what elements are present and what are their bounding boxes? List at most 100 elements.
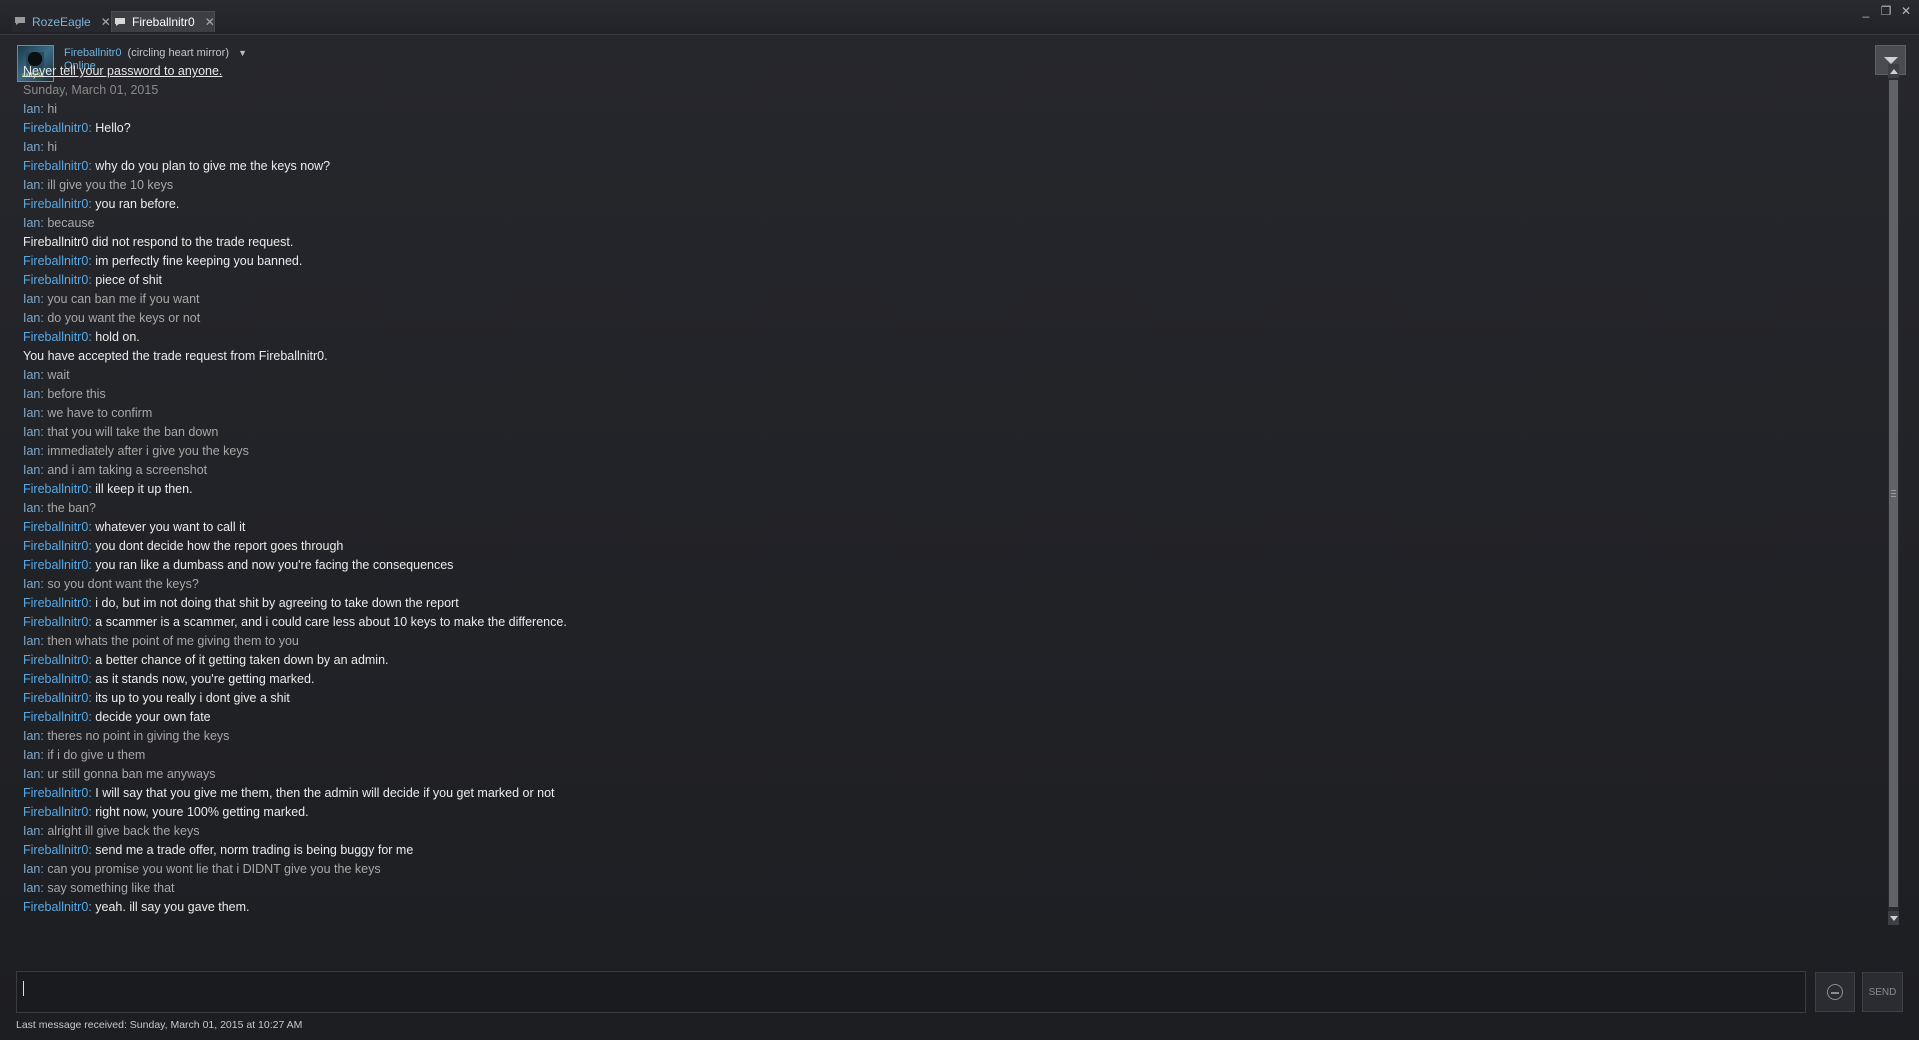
message-sender: Ian: [23, 729, 41, 743]
message-text: a better chance of it getting taken down…: [95, 653, 389, 667]
chat-message: Fireballnitr0: a better chance of it get…: [23, 651, 1873, 670]
chat-message: Fireballnitr0: I will say that you give …: [23, 784, 1873, 803]
chat-message: Ian: ur still gonna ban me anyways: [23, 765, 1873, 784]
chat-message: Ian: and i am taking a screenshot: [23, 461, 1873, 480]
message-text: you ran like a dumbass and now you're fa…: [95, 558, 454, 572]
chat-message: Fireballnitr0: piece of shit: [23, 271, 1873, 290]
message-sender: Ian: [23, 140, 41, 154]
message-sender: Ian: [23, 368, 41, 382]
chat-message: Ian: so you dont want the keys?: [23, 575, 1873, 594]
chat-message: Ian: alright ill give back the keys: [23, 822, 1873, 841]
close-tab-icon[interactable]: ✕: [205, 15, 215, 29]
message-sender: Ian: [23, 634, 41, 648]
chat-message: Fireballnitr0: as it stands now, you're …: [23, 670, 1873, 689]
chat-message: Fireballnitr0: right now, youre 100% get…: [23, 803, 1873, 822]
message-text: you ran before.: [95, 197, 180, 211]
message-text: and i am taking a screenshot: [47, 463, 208, 477]
message-sender: Fireballnitr0: [23, 159, 89, 173]
friend-name: Fireballnitr0: [64, 47, 122, 59]
message-scrollbar[interactable]: [1888, 64, 1899, 925]
message-text: then whats the point of me giving them t…: [47, 634, 299, 648]
message-sender: Ian: [23, 501, 41, 515]
message-text: whatever you want to call it: [95, 520, 246, 534]
chat-message: Ian: then whats the point of me giving t…: [23, 632, 1873, 651]
message-text: send me a trade offer, norm trading is b…: [95, 843, 414, 857]
message-text: as it stands now, you're getting marked.: [95, 672, 315, 686]
message-text: theres no point in giving the keys: [47, 729, 230, 743]
chevron-down-icon: ▼: [238, 48, 247, 58]
message-text: hi: [47, 102, 58, 116]
send-button[interactable]: SEND: [1862, 972, 1903, 1012]
message-text: the ban?: [47, 501, 97, 515]
message-sender: Fireballnitr0: [23, 843, 89, 857]
tab-rozeeagle[interactable]: RozeEagle ✕: [12, 11, 111, 32]
chat-message: Ian: can you promise you wont lie that i…: [23, 860, 1873, 879]
message-sender: Fireballnitr0: [23, 653, 89, 667]
maximize-icon[interactable]: ❐: [1879, 4, 1893, 18]
message-input[interactable]: [16, 971, 1806, 1013]
tab-label: Fireballnitr0: [132, 15, 195, 29]
scroll-down-arrow-icon[interactable]: [1888, 911, 1899, 925]
tab-label: RozeEagle: [32, 14, 91, 29]
chat-message: Ian: the ban?: [23, 499, 1873, 518]
chat-message: Fireballnitr0: its up to you really i do…: [23, 689, 1873, 708]
message-sender: Fireballnitr0: [23, 558, 89, 572]
system-message: You have accepted the trade request from…: [23, 349, 328, 363]
chevron-down-icon: [1883, 56, 1898, 64]
close-tab-icon[interactable]: ✕: [101, 15, 111, 29]
chat-message: Ian: theres no point in giving the keys: [23, 727, 1873, 746]
minimize-icon[interactable]: _: [1859, 4, 1873, 18]
message-text: ur still gonna ban me anyways: [47, 767, 216, 781]
message-sender: Ian: [23, 862, 41, 876]
message-text: you dont decide how the report goes thro…: [95, 539, 344, 553]
chat-message: Ian: before this: [23, 385, 1873, 404]
chat-message: Ian: hi: [23, 100, 1873, 119]
message-list: Ian: hi Fireballnitr0: Hello? Ian: hi Fireb…: [23, 100, 1873, 917]
last-message-received: Last message received: Sunday, March 01,…: [16, 1019, 303, 1031]
password-warning-link[interactable]: Never tell your password to anyone.: [23, 62, 1873, 81]
friend-name-dropdown[interactable]: Fireballnitr0 (circling heart mirror) ▼: [64, 47, 247, 59]
emoticon-button[interactable]: [1815, 972, 1855, 1012]
message-text: hi: [47, 140, 58, 154]
smiley-icon: [1827, 984, 1843, 1000]
text-caret: [23, 981, 24, 996]
close-window-icon[interactable]: ✕: [1899, 4, 1913, 18]
chat-message: Fireballnitr0: why do you plan to give m…: [23, 157, 1873, 176]
chat-message: Ian: because: [23, 214, 1873, 233]
message-text: piece of shit: [95, 273, 162, 287]
message-sender: Ian: [23, 406, 41, 420]
chat-message: Ian: say something like that: [23, 879, 1873, 898]
message-text: im perfectly fine keeping you banned.: [95, 254, 303, 268]
chat-message: Fireballnitr0: Hello?: [23, 119, 1873, 138]
message-text: if i do give u them: [47, 748, 146, 762]
message-sender: Ian: [23, 102, 41, 116]
message-text: you can ban me if you want: [47, 292, 200, 306]
message-sender: Ian: [23, 425, 41, 439]
message-sender: Ian: [23, 178, 41, 192]
message-text: alright ill give back the keys: [47, 824, 200, 838]
chat-message: Ian: do you want the keys or not: [23, 309, 1873, 328]
message-text: ill keep it up then.: [95, 482, 193, 496]
friend-nickname: (circling heart mirror): [127, 47, 229, 59]
message-text: can you promise you wont lie that i DIDN…: [47, 862, 381, 876]
message-sender: Fireballnitr0: [23, 273, 89, 287]
message-sender: Fireballnitr0: [23, 786, 89, 800]
message-sender: Ian: [23, 292, 41, 306]
message-sender: Fireballnitr0: [23, 691, 89, 705]
message-text: Hello?: [95, 121, 131, 135]
scroll-up-arrow-icon[interactable]: [1888, 64, 1899, 78]
title-bar: RozeEagle ✕ Fireballnitr0 ✕ _ ❐ ✕: [0, 0, 1919, 35]
chat-message: Fireballnitr0: ill keep it up then.: [23, 480, 1873, 499]
scroll-thumb[interactable]: [1889, 80, 1898, 907]
chat-message: Fireballnitr0: you ran before.: [23, 195, 1873, 214]
message-sender: Fireballnitr0: [23, 482, 89, 496]
chat-message: Fireballnitr0: yeah. ill say you gave th…: [23, 898, 1873, 917]
tab-fireballnitr0[interactable]: Fireballnitr0 ✕: [111, 11, 215, 32]
chat-bubble-icon: [15, 17, 25, 25]
chat-message: Ian: immediately after i give you the ke…: [23, 442, 1873, 461]
message-sender: Ian: [23, 748, 41, 762]
chat-message: Fireballnitr0: i do, but im not doing th…: [23, 594, 1873, 613]
message-text: because: [47, 216, 95, 230]
chat-bubble-icon: [115, 18, 125, 26]
message-sender: Ian: [23, 577, 41, 591]
